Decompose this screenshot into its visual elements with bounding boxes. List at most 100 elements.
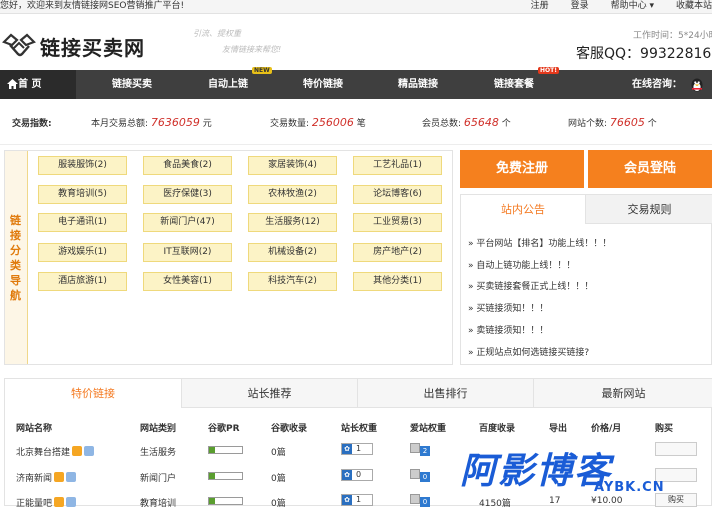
logo-title[interactable]: 链接买卖网 bbox=[40, 32, 145, 61]
header: 链接买卖网 引流、提权重 友情链接来帮您! 工作时间：5*24小时 客服QQ：9… bbox=[0, 14, 712, 70]
category-item[interactable]: 论坛博客(6) bbox=[353, 185, 442, 204]
col-google-pr: 谷歌PR bbox=[208, 424, 240, 434]
site-count-value: 76605 bbox=[609, 116, 645, 129]
pr-bar bbox=[208, 472, 243, 480]
nav-link-trade[interactable]: 链接买卖 bbox=[112, 70, 152, 99]
nav-online-consult[interactable]: 在线咨询： bbox=[632, 70, 682, 99]
tab-site-notice[interactable]: 站内公告 bbox=[461, 195, 586, 224]
login-link[interactable]: 登录 bbox=[571, 1, 589, 11]
nav-link-package[interactable]: 链接套餐 HOT! bbox=[494, 67, 559, 99]
slogan-line-2: 友情链接来帮您! bbox=[222, 45, 282, 54]
category-item[interactable]: 服装服饰(2) bbox=[38, 156, 127, 175]
category-item[interactable]: 工业贸易(3) bbox=[353, 213, 442, 232]
stats-label: 交易指数: bbox=[12, 119, 52, 129]
trade-count-stat: 交易数量: 256006 笔 bbox=[270, 116, 366, 129]
new-badge: NEW bbox=[252, 67, 272, 74]
category-item[interactable]: 科技汽车(2) bbox=[248, 272, 337, 291]
zz-weight-badge: ✿ 1 bbox=[341, 494, 373, 506]
category-item[interactable]: 家居装饰(4) bbox=[248, 156, 337, 175]
table-row-category: 新闻门户 bbox=[140, 474, 177, 484]
notice-item[interactable]: » 卖链接须知！！！ bbox=[468, 323, 548, 336]
nav-home[interactable]: 首 页 bbox=[0, 70, 76, 99]
zz-weight-badge: ✿ 0 bbox=[341, 469, 373, 481]
verified-icon bbox=[84, 446, 95, 456]
hot-badge: HOT! bbox=[538, 67, 559, 74]
nav-auto-link[interactable]: 自动上链 NEW bbox=[208, 67, 272, 99]
table-row-site-name[interactable]: 正能量吧 bbox=[16, 496, 77, 509]
help-center-link[interactable]: 帮助中心 ▾ bbox=[611, 1, 654, 11]
tab-newest-sites[interactable]: 最新网站 bbox=[534, 379, 712, 408]
member-count-value: 65648 bbox=[463, 116, 499, 129]
watermark-domain: AYBK.CN bbox=[594, 480, 665, 495]
category-item[interactable]: 机械设备(2) bbox=[248, 243, 337, 262]
col-buy: 购买 bbox=[655, 424, 674, 434]
notice-item[interactable]: » 自动上链功能上线！！！ bbox=[468, 258, 575, 271]
nav-link-package-label: 链接套餐 bbox=[494, 79, 534, 90]
notice-item[interactable]: » 买链接须知！！！ bbox=[468, 301, 548, 314]
category-item[interactable]: 医疗保健(3) bbox=[143, 185, 232, 204]
col-export: 导出 bbox=[549, 424, 568, 434]
category-nav-panel: 链接分类导航 服装服饰(2) 食品美食(2) 家居装饰(4) 工艺礼品(1) 教育培训(… bbox=[4, 150, 453, 365]
top-bar: 您好，欢迎来到友情链接网SEO营销推广平台! 注册 登录 帮助中心 ▾ 收藏本站 bbox=[0, 0, 712, 14]
free-register-button[interactable]: 免费注册 bbox=[460, 150, 584, 188]
member-login-button[interactable]: 会员登陆 bbox=[588, 150, 712, 188]
category-item[interactable]: 教育培训(5) bbox=[38, 185, 127, 204]
bookmark-link[interactable]: 收藏本站 bbox=[676, 1, 712, 11]
top-links: 注册 登录 帮助中心 ▾ 收藏本站 bbox=[509, 0, 712, 13]
table-row-google-index: 0篇 bbox=[271, 474, 286, 484]
month-total-value: 7636059 bbox=[150, 116, 200, 129]
category-item[interactable]: IT互联网(2) bbox=[143, 243, 232, 262]
site-count-stat: 网站个数: 76605 个 bbox=[568, 116, 657, 129]
tab-special-links[interactable]: 特价链接 bbox=[5, 379, 182, 408]
category-item[interactable]: 游戏娱乐(1) bbox=[38, 243, 127, 262]
col-az-weight: 爱站权重 bbox=[410, 424, 447, 434]
notice-item[interactable]: » 平台网站【排名】功能上线！！！ bbox=[468, 236, 611, 249]
nav-home-label: 首 页 bbox=[18, 79, 42, 90]
trade-count-value: 256006 bbox=[311, 116, 354, 129]
col-category: 网站类别 bbox=[140, 424, 177, 434]
az-weight-badge: 0 bbox=[410, 469, 442, 482]
nav-premium-links[interactable]: 精品链接 bbox=[398, 70, 438, 99]
category-item[interactable]: 其他分类(1) bbox=[353, 272, 442, 291]
tab-sales-ranking[interactable]: 出售排行 bbox=[358, 379, 534, 408]
category-item[interactable]: 新闻门户(47) bbox=[143, 213, 232, 232]
category-item[interactable]: 农林牧渔(2) bbox=[248, 185, 337, 204]
col-google-index: 谷歌收录 bbox=[271, 424, 308, 434]
col-price: 价格/月 bbox=[591, 424, 622, 434]
qq-penguin-icon[interactable] bbox=[690, 77, 704, 92]
home-icon bbox=[7, 79, 18, 89]
register-link[interactable]: 注册 bbox=[531, 1, 549, 11]
trade-stats-bar: 交易指数: 本月交易总额: 7636059 元 交易数量: 256006 笔 会… bbox=[0, 99, 712, 145]
az-weight-badge: 0 bbox=[410, 494, 442, 507]
table-row-site-name[interactable]: 北京舞台搭建 bbox=[16, 445, 95, 458]
notice-item[interactable]: » 正规站点如何选链接买链接? bbox=[468, 345, 589, 358]
notice-item[interactable]: » 买卖链接套餐正式上线！！！ bbox=[468, 279, 593, 292]
category-item[interactable]: 女性美容(1) bbox=[143, 272, 232, 291]
category-item[interactable]: 生活服务(12) bbox=[248, 213, 337, 232]
az-weight-badge: 2 bbox=[410, 443, 442, 456]
notice-panel: 站内公告 交易规则 » 平台网站【排名】功能上线！！！ » 自动上链功能上线！！… bbox=[460, 194, 712, 365]
category-item[interactable]: 电子通讯(1) bbox=[38, 213, 127, 232]
category-item[interactable]: 工艺礼品(1) bbox=[353, 156, 442, 175]
watermark-title: 阿影博客 bbox=[460, 451, 613, 492]
zz-weight-badge: ✿ 1 bbox=[341, 443, 373, 455]
col-baidu-index: 百度收录 bbox=[479, 424, 516, 434]
category-item[interactable]: 房产地产(2) bbox=[353, 243, 442, 262]
table-row-site-name[interactable]: 济南新闻 bbox=[16, 471, 77, 484]
table-row-category: 教育培训 bbox=[140, 499, 177, 509]
verified-icon bbox=[66, 472, 77, 482]
table-row-google-index: 0篇 bbox=[271, 499, 286, 509]
tab-trade-rules[interactable]: 交易规则 bbox=[586, 195, 712, 224]
category-item[interactable]: 食品美食(2) bbox=[143, 156, 232, 175]
nav-special-price[interactable]: 特价链接 bbox=[303, 70, 343, 99]
category-item[interactable]: 酒店旅游(1) bbox=[38, 272, 127, 291]
month-total-stat: 本月交易总额: 7636059 元 bbox=[91, 116, 212, 129]
main-nav: 首 页 链接买卖 自动上链 NEW 特价链接 精品链接 链接套餐 HOT! 在线… bbox=[0, 67, 712, 99]
pr-bar bbox=[208, 497, 243, 505]
pr-bar bbox=[208, 446, 243, 454]
category-side-title: 链接分类导航 bbox=[5, 151, 28, 364]
handshake-logo-icon[interactable] bbox=[2, 28, 36, 62]
table-row-google-index: 0篇 bbox=[271, 448, 286, 458]
tab-recommended[interactable]: 站长推荐 bbox=[182, 379, 358, 408]
slogan-line-1: 引流、提权重 bbox=[193, 29, 241, 38]
